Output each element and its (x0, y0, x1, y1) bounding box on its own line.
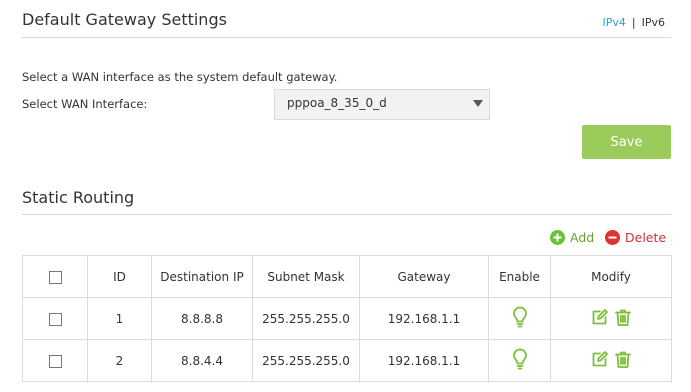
row-modify-cell (550, 297, 672, 340)
column-header-destination-ip: Destination IP (151, 255, 253, 298)
routing-section-title: Static Routing (22, 188, 135, 207)
select-all-checkbox-icon[interactable] (48, 270, 62, 284)
row-id: 2 (87, 339, 152, 382)
row-gateway: 192.168.1.1 (359, 297, 489, 340)
table-row: 1 8.8.8.8 255.255.255.0 192.168.1.1 (22, 297, 672, 340)
trash-icon[interactable] (615, 351, 632, 371)
row-checkbox-icon[interactable] (48, 312, 62, 326)
gateway-description: Select a WAN interface as the system def… (22, 70, 338, 84)
wan-interface-select[interactable]: pppoa_8_35_0_d (274, 89, 490, 120)
column-header-modify: Modify (550, 255, 672, 298)
row-destination-ip: 8.8.8.8 (151, 297, 253, 340)
trash-icon[interactable] (615, 309, 632, 329)
row-modify-cell (550, 339, 672, 382)
wan-interface-value: pppoa_8_35_0_d (287, 96, 387, 110)
delete-icon (605, 230, 620, 245)
row-enable-cell (488, 297, 551, 340)
column-header-gateway: Gateway (359, 255, 489, 298)
row-destination-ip: 8.8.4.4 (151, 339, 253, 382)
row-checkbox-icon[interactable] (48, 354, 62, 368)
tab-separator: | (631, 16, 636, 29)
edit-icon[interactable] (591, 350, 608, 371)
tab-ipv6[interactable]: IPv6 (642, 16, 665, 29)
row-enable-cell (488, 339, 551, 382)
table-row: 2 8.8.4.4 255.255.255.0 192.168.1.1 (22, 339, 672, 382)
add-icon (550, 230, 565, 245)
delete-label: Delete (625, 230, 667, 245)
wan-interface-label: Select WAN Interface: (22, 97, 148, 111)
table-header-row: ID Destination IP Subnet Mask Gateway En… (22, 255, 672, 298)
edit-icon[interactable] (591, 308, 608, 329)
row-select-cell (22, 339, 88, 382)
gateway-section-title: Default Gateway Settings (22, 10, 227, 29)
protocol-tabs: IPv4 | IPv6 (603, 16, 666, 29)
column-header-enable: Enable (488, 255, 551, 298)
add-label: Add (570, 230, 595, 245)
column-header-subnet-mask: Subnet Mask (252, 255, 360, 298)
lightbulb-icon[interactable] (512, 348, 528, 373)
save-button[interactable]: Save (582, 125, 671, 159)
dropdown-caret-icon (473, 100, 483, 107)
column-header-id: ID (87, 255, 152, 298)
row-subnet-mask: 255.255.255.0 (252, 297, 360, 340)
gateway-divider (22, 37, 671, 38)
routing-divider (22, 214, 671, 215)
add-button[interactable]: Add (550, 230, 594, 245)
row-subnet-mask: 255.255.255.0 (252, 339, 360, 382)
static-routing-table: ID Destination IP Subnet Mask Gateway En… (22, 255, 672, 382)
tab-ipv4[interactable]: IPv4 (603, 16, 626, 29)
lightbulb-icon[interactable] (512, 306, 528, 331)
select-all-header (22, 255, 88, 298)
row-gateway: 192.168.1.1 (359, 339, 489, 382)
delete-button[interactable]: Delete (605, 230, 666, 245)
row-id: 1 (87, 297, 152, 340)
row-select-cell (22, 297, 88, 340)
